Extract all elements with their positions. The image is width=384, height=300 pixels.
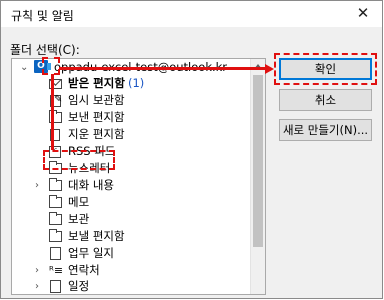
tree-item-label: 작업 xyxy=(68,294,89,295)
calendar-icon xyxy=(50,280,61,293)
folder-icon xyxy=(49,195,62,208)
chevron-right-icon[interactable]: › xyxy=(35,262,39,279)
folder-icon xyxy=(49,229,62,242)
new-folder-button[interactable]: 새로 만들기(N)... xyxy=(279,119,372,141)
tree-item-label: 일정 xyxy=(68,279,90,293)
chevron-right-icon[interactable]: › xyxy=(35,278,39,294)
annotation-arrow-line xyxy=(59,67,267,70)
chevron-right-icon[interactable]: › xyxy=(35,177,39,194)
annotation-arrow-head xyxy=(265,64,274,74)
annotation-connector-line xyxy=(51,74,54,150)
tree-item-label: 연락처 xyxy=(68,263,100,277)
unread-count: (1) xyxy=(128,76,145,90)
account-highlight xyxy=(42,57,60,75)
tree-item-label: 지운 편지함 xyxy=(68,127,125,141)
tree-item-label: 대화 내용 xyxy=(68,178,114,192)
rules-alerts-dialog: 규칙 및 알림 ✕ 폴더 선택(C): ⌄ O oppadu-excel-tes… xyxy=(0,0,383,299)
folder-tree[interactable]: ⌄ O oppadu-excel-test@outlook.kr 받은 편지함 … xyxy=(11,58,266,295)
folder-icon xyxy=(49,178,62,191)
scroll-thumb[interactable] xyxy=(253,75,263,247)
chevron-down-icon[interactable]: ⌄ xyxy=(20,59,28,76)
journal-icon xyxy=(50,247,61,260)
tree-item-label: 보낸 편지함 xyxy=(68,110,125,124)
tree-item-label: 받은 편지함 xyxy=(68,76,125,90)
folder-select-label: 폴더 선택(C): xyxy=(10,43,80,57)
ok-button-highlight xyxy=(274,53,377,85)
tree-scrollbar[interactable] xyxy=(250,59,265,294)
title-bar: 규칙 및 알림 ✕ xyxy=(1,1,382,27)
cancel-button[interactable]: 취소 xyxy=(279,89,372,111)
dialog-title: 규칙 및 알림 xyxy=(11,9,74,23)
contacts-icon: ᴿ≡ xyxy=(49,264,64,277)
tree-item-label: 업무 일지 xyxy=(68,246,114,260)
tree-item-label: 보낼 편지함 xyxy=(68,229,125,243)
tree-item-label: 메모 xyxy=(68,195,90,209)
folder-icon xyxy=(49,212,62,225)
tree-item-label: 임시 보관함 xyxy=(68,93,125,107)
close-icon[interactable]: ✕ xyxy=(352,3,374,23)
newsletter-highlight xyxy=(43,150,115,170)
tree-item-label: 보관 xyxy=(68,212,90,226)
